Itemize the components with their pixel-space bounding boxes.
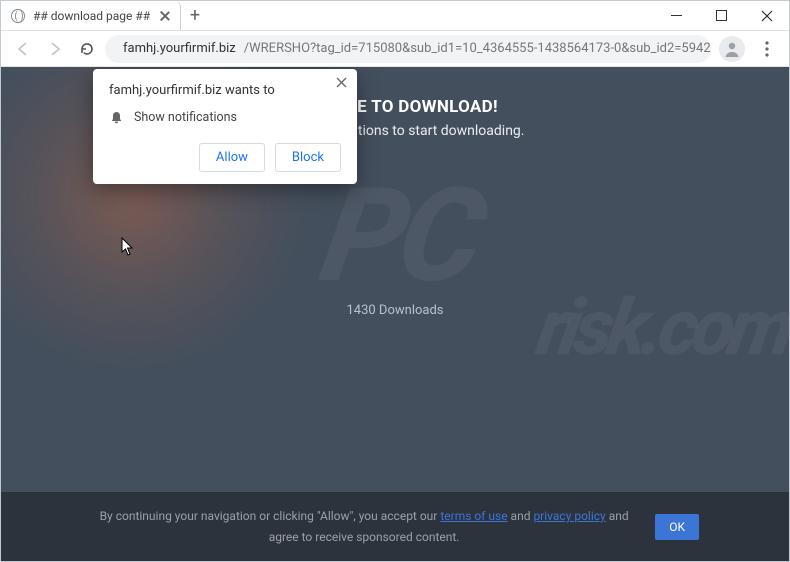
- privacy-link[interactable]: privacy policy: [533, 509, 605, 523]
- forward-button[interactable]: [41, 35, 69, 63]
- maximize-button[interactable]: [699, 1, 744, 30]
- bell-icon: [109, 110, 124, 125]
- kebab-icon: [765, 41, 769, 57]
- allow-button[interactable]: Allow: [199, 143, 265, 172]
- close-icon: [336, 77, 347, 88]
- window-controls: [654, 1, 789, 30]
- menu-button[interactable]: [753, 41, 781, 57]
- url-path: /WRERSHO?tag_id=715080&sub_id1=10_436455…: [244, 41, 711, 56]
- new-tab-button[interactable]: +: [181, 1, 209, 30]
- permission-popup: famhj.yourfirmif.biz wants to Show notif…: [93, 69, 357, 184]
- cookie-prefix: By continuing your navigation or clickin…: [100, 509, 441, 523]
- permission-capability: Show notifications: [134, 110, 237, 125]
- url-host: famhj.yourfirmif.biz: [123, 41, 236, 56]
- cookie-ok-button[interactable]: OK: [655, 514, 699, 540]
- back-button[interactable]: [9, 35, 37, 63]
- cookie-banner: By continuing your navigation or clickin…: [1, 492, 789, 561]
- person-icon: [723, 40, 741, 58]
- globe-icon: [11, 9, 25, 23]
- close-window-button[interactable]: [744, 1, 789, 30]
- reload-button[interactable]: [73, 35, 101, 63]
- arrow-right-icon: [47, 41, 63, 57]
- permission-close-button[interactable]: [336, 77, 347, 88]
- browser-window: ## download page ## + famhj.y: [0, 0, 790, 562]
- profile-button[interactable]: [719, 36, 745, 62]
- download-count: 1430 Downloads: [1, 303, 789, 318]
- minimize-icon: [671, 10, 682, 21]
- cookie-mid: and: [508, 509, 534, 523]
- page-viewport: PREPARE TO DOWNLOAD! rowser notification…: [1, 67, 789, 561]
- tab-title: ## download page ##: [33, 9, 150, 23]
- block-button[interactable]: Block: [275, 143, 341, 172]
- watermark: PC risk.com: [302, 177, 789, 364]
- reload-icon: [79, 41, 95, 57]
- maximize-icon: [716, 10, 727, 21]
- terms-link[interactable]: terms of use: [440, 509, 507, 523]
- permission-actions: Allow Block: [109, 143, 341, 172]
- cookie-text: By continuing your navigation or clickin…: [91, 506, 637, 547]
- minimize-button[interactable]: [654, 1, 699, 30]
- close-icon: [761, 10, 773, 22]
- arrow-left-icon: [15, 41, 31, 57]
- permission-origin: famhj.yourfirmif.biz wants to: [109, 83, 341, 98]
- permission-capability-row: Show notifications: [109, 110, 341, 125]
- address-bar[interactable]: famhj.yourfirmif.biz/WRERSHO?tag_id=7150…: [105, 35, 711, 63]
- close-tab-icon[interactable]: [160, 11, 170, 21]
- titlebar: ## download page ## +: [1, 1, 789, 31]
- browser-tab[interactable]: ## download page ##: [1, 1, 181, 30]
- toolbar: famhj.yourfirmif.biz/WRERSHO?tag_id=7150…: [1, 31, 789, 67]
